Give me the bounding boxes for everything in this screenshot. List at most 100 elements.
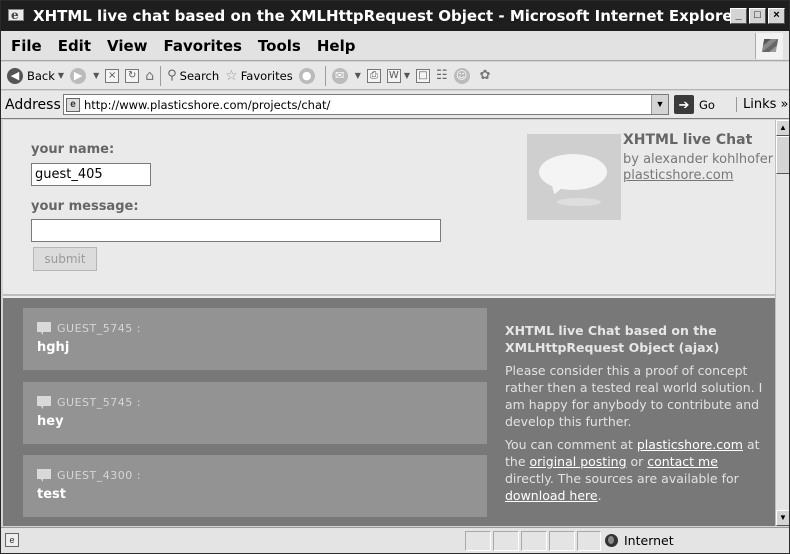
mail-button[interactable]: ✉ ▼ bbox=[331, 67, 361, 84]
page-content: your name: guest_405 your message: submi… bbox=[3, 120, 775, 526]
stop-icon: × bbox=[105, 68, 120, 83]
address-dropdown-icon[interactable]: ▼ bbox=[651, 95, 668, 114]
toolbar-separator bbox=[324, 65, 326, 86]
status-segment bbox=[465, 531, 491, 551]
address-label: Address bbox=[5, 96, 61, 113]
window-title: XHTML live chat based on the XMLHttpRequ… bbox=[33, 7, 740, 25]
menu-tools[interactable]: Tools bbox=[258, 37, 301, 55]
menu-help[interactable]: Help bbox=[317, 37, 356, 55]
edit-dropdown-icon[interactable]: ▼ bbox=[404, 71, 410, 80]
address-bar: Address e http://www.plasticshore.com/pr… bbox=[1, 91, 789, 119]
message-input[interactable] bbox=[31, 219, 441, 242]
chat-bubble-icon bbox=[37, 322, 51, 335]
favorites-button[interactable]: ☆ Favorites bbox=[225, 68, 293, 84]
forward-dropdown-icon[interactable]: ▼ bbox=[93, 71, 99, 80]
link-contact-me[interactable]: contact me bbox=[647, 454, 718, 469]
refresh-icon: ↻ bbox=[125, 68, 140, 83]
menu-favorites[interactable]: Favorites bbox=[164, 37, 242, 55]
scroll-down-icon[interactable]: ▼ bbox=[776, 510, 789, 526]
chat-message: GUEST_4300 : test bbox=[23, 455, 487, 517]
message-label: your message: bbox=[31, 199, 139, 214]
messenger-button[interactable]: ☺ bbox=[453, 67, 474, 84]
sidebar-title: XHTML live Chat based on the XMLHttpRequ… bbox=[505, 323, 720, 355]
forward-arrow-icon: ▶ bbox=[70, 67, 87, 84]
mail-dropdown-icon[interactable]: ▼ bbox=[355, 71, 361, 80]
link-download-here[interactable]: download here bbox=[505, 488, 598, 503]
go-label: Go bbox=[699, 97, 715, 112]
status-segment bbox=[493, 531, 519, 551]
address-url[interactable]: http://www.plasticshore.com/projects/cha… bbox=[84, 98, 330, 112]
chat-bubble-icon bbox=[37, 396, 51, 409]
chat-message: GUEST_5745 : hey bbox=[23, 382, 487, 444]
message-text: hghj bbox=[37, 340, 70, 355]
research-button[interactable]: ☷ bbox=[436, 68, 448, 83]
status-segment bbox=[521, 531, 547, 551]
search-button[interactable]: ⚲ Search bbox=[167, 68, 219, 83]
status-segment bbox=[549, 531, 575, 551]
name-label: your name: bbox=[31, 142, 115, 157]
info-sidebar: XHTML live Chat based on the XMLHttpRequ… bbox=[505, 322, 765, 510]
scrollbar-thumb[interactable] bbox=[776, 136, 789, 174]
extra-button[interactable]: ✿ bbox=[480, 68, 491, 83]
message-text: test bbox=[37, 487, 66, 502]
vertical-scrollbar[interactable]: ▲ ▼ bbox=[775, 120, 789, 526]
chat-bubble-logo bbox=[527, 134, 621, 220]
discuss-icon: □ bbox=[416, 68, 430, 83]
back-dropdown-icon[interactable]: ▼ bbox=[58, 71, 64, 80]
title-bar[interactable]: e XHTML live chat based on the XMLHttpRe… bbox=[1, 1, 789, 31]
sidebar-text: You can comment at bbox=[505, 437, 637, 452]
menu-file[interactable]: File bbox=[11, 37, 42, 55]
extra-icon: ✿ bbox=[479, 68, 491, 83]
media-icon: ● bbox=[298, 67, 315, 84]
menu-edit[interactable]: Edit bbox=[58, 37, 91, 55]
brand-link[interactable]: plasticshore.com bbox=[623, 168, 733, 183]
back-button[interactable]: ◀ Back ▼ bbox=[7, 67, 64, 84]
message-user: GUEST_5745 : bbox=[57, 396, 141, 409]
chat-bubble-icon bbox=[37, 469, 51, 482]
go-button[interactable]: ➔ Go bbox=[674, 95, 715, 114]
zone-label: Internet bbox=[624, 533, 674, 548]
security-zone: Internet bbox=[605, 533, 674, 548]
favorites-label: Favorites bbox=[240, 68, 293, 83]
close-button[interactable]: × bbox=[768, 8, 785, 24]
link-plasticshore[interactable]: plasticshore.com bbox=[637, 437, 743, 452]
globe-icon bbox=[605, 534, 618, 547]
sidebar-paragraph: Please consider this a proof of concept … bbox=[505, 363, 763, 429]
toolbar-separator bbox=[160, 65, 162, 86]
status-segment bbox=[577, 531, 601, 551]
chat-messages-panel: GUEST_5745 : hghj GUEST_5745 : hey GUEST… bbox=[3, 298, 775, 526]
back-arrow-icon: ◀ bbox=[7, 67, 23, 84]
minimize-button[interactable]: _ bbox=[730, 8, 747, 24]
sidebar-paragraph-links: You can comment at plasticshore.com at t… bbox=[505, 436, 765, 504]
star-icon: ☆ bbox=[225, 67, 238, 84]
address-input[interactable]: e http://www.plasticshore.com/projects/c… bbox=[63, 94, 669, 115]
search-label: Search bbox=[179, 68, 220, 83]
maximize-button[interactable]: □ bbox=[749, 8, 766, 24]
refresh-button[interactable]: ↻ bbox=[125, 68, 140, 83]
windows-logo-icon bbox=[755, 33, 783, 59]
sidebar-text: or bbox=[626, 454, 648, 469]
media-button[interactable]: ● bbox=[298, 67, 319, 84]
link-original-posting[interactable]: original posting bbox=[530, 454, 627, 469]
home-button[interactable]: ⌂ bbox=[145, 68, 154, 84]
scroll-up-icon[interactable]: ▲ bbox=[776, 120, 789, 136]
stop-button[interactable]: × bbox=[105, 68, 120, 83]
links-button[interactable]: Links » bbox=[736, 97, 788, 112]
research-icon: ☷ bbox=[436, 68, 448, 83]
brand-title: XHTML live Chat bbox=[623, 132, 753, 148]
forward-button[interactable]: ▶ ▼ bbox=[70, 67, 99, 84]
message-user: GUEST_5745 : bbox=[57, 322, 141, 335]
go-arrow-icon: ➔ bbox=[674, 95, 694, 114]
word-icon: W bbox=[386, 68, 401, 83]
messenger-icon: ☺ bbox=[453, 67, 470, 84]
print-button[interactable]: ⎙ bbox=[366, 68, 381, 83]
edit-button[interactable]: W ▼ bbox=[386, 68, 410, 83]
ie-icon: e bbox=[7, 8, 27, 24]
discuss-button[interactable]: □ bbox=[416, 68, 430, 83]
name-input[interactable]: guest_405 bbox=[31, 163, 151, 186]
menu-bar: File Edit View Favorites Tools Help bbox=[1, 31, 789, 61]
submit-button[interactable]: submit bbox=[33, 247, 97, 271]
menu-view[interactable]: View bbox=[107, 37, 148, 55]
chat-form-panel: your name: guest_405 your message: submi… bbox=[3, 120, 775, 296]
sidebar-text: directly. The sources are available for bbox=[505, 471, 739, 486]
